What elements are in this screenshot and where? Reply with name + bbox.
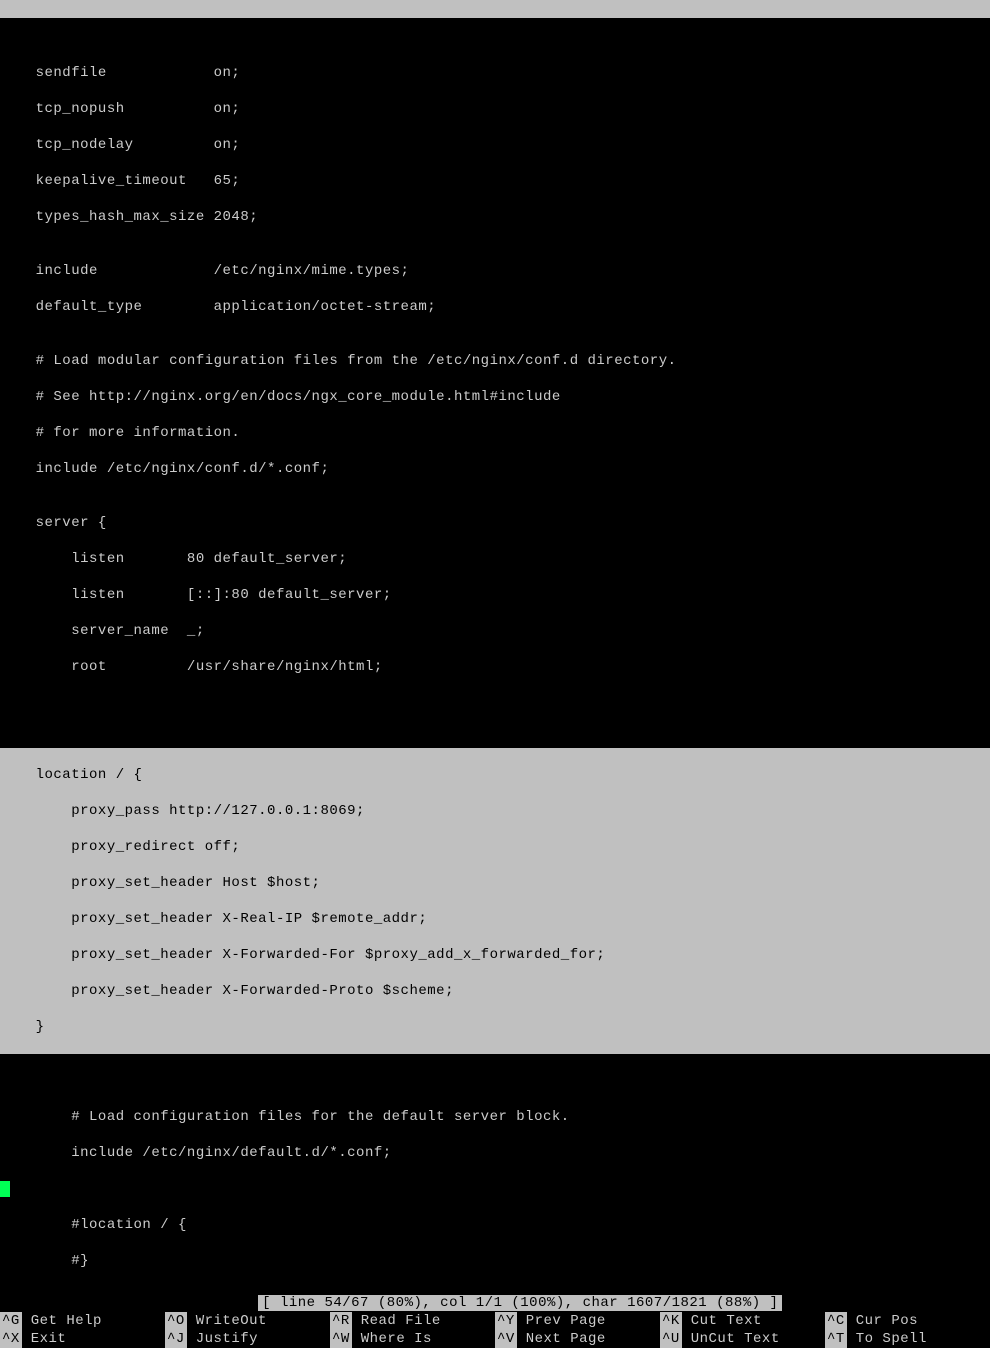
selected-block: location / { proxy_pass http://127.0.0.1… xyxy=(0,748,990,1054)
shortcut-to-spell[interactable]: ^T To Spell xyxy=(825,1330,990,1348)
shortcut-label: WriteOut xyxy=(196,1313,267,1329)
cursor-line xyxy=(0,1180,990,1198)
shortcut-key: ^V xyxy=(495,1330,517,1348)
code-line: tcp_nopush on; xyxy=(0,100,990,118)
code-line: proxy_set_header X-Real-IP $remote_addr; xyxy=(0,910,990,928)
shortcut-label: Cut Text xyxy=(691,1313,762,1329)
code-line: proxy_set_header X-Forwarded-Proto $sche… xyxy=(0,982,990,1000)
code-line: include /etc/nginx/default.d/*.conf; xyxy=(0,1144,990,1162)
code-line: proxy_redirect off; xyxy=(0,838,990,856)
code-line: # Load modular configuration files from … xyxy=(0,352,990,370)
shortcut-label: UnCut Text xyxy=(691,1331,780,1347)
shortcut-key: ^R xyxy=(330,1312,352,1330)
code-line: proxy_set_header X-Forwarded-For $proxy_… xyxy=(0,946,990,964)
shortcut-key: ^T xyxy=(825,1330,847,1348)
shortcut-label: Read File xyxy=(361,1313,441,1329)
shortcut-label: Where Is xyxy=(361,1331,432,1347)
shortcut-label: Next Page xyxy=(526,1331,606,1347)
code-line: location / { xyxy=(0,766,990,784)
shortcut-exit[interactable]: ^X Exit xyxy=(0,1330,165,1348)
status-bar-row: [ line 54/67 (80%), col 1/1 (100%), char… xyxy=(0,1294,990,1312)
code-line: include /etc/nginx/mime.types; xyxy=(0,262,990,280)
shortcut-get-help[interactable]: ^G Get Help xyxy=(0,1312,165,1330)
code-line: # See http://nginx.org/en/docs/ngx_core_… xyxy=(0,388,990,406)
shortcut-key: ^C xyxy=(825,1312,847,1330)
shortcut-label: To Spell xyxy=(856,1331,927,1347)
code-line: tcp_nodelay on; xyxy=(0,136,990,154)
title-bar: GNU nano 2.3.1 File: /etc/nginx/nginx.co… xyxy=(0,0,990,18)
code-line: } xyxy=(0,1018,990,1036)
code-line: server_name _; xyxy=(0,622,990,640)
shortcut-key: ^Y xyxy=(495,1312,517,1330)
shortcut-key: ^W xyxy=(330,1330,352,1348)
code-line: server { xyxy=(0,514,990,532)
shortcut-label: Justify xyxy=(196,1331,258,1347)
code-line: listen [::]:80 default_server; xyxy=(0,586,990,604)
shortcut-bar: ^G Get Help ^O WriteOut ^R Read File ^Y … xyxy=(0,1312,990,1348)
shortcut-uncut-text[interactable]: ^U UnCut Text xyxy=(660,1330,825,1348)
code-line: listen 80 default_server; xyxy=(0,550,990,568)
shortcut-key: ^G xyxy=(0,1312,22,1330)
shortcut-cut-text[interactable]: ^K Cut Text xyxy=(660,1312,825,1330)
cursor xyxy=(0,1181,10,1197)
shortcut-label: Get Help xyxy=(31,1313,102,1329)
code-line: proxy_pass http://127.0.0.1:8069; xyxy=(0,802,990,820)
code-line: types_hash_max_size 2048; xyxy=(0,208,990,226)
shortcut-label: Exit xyxy=(31,1331,67,1347)
shortcut-key: ^J xyxy=(165,1330,187,1348)
shortcut-next-page[interactable]: ^V Next Page xyxy=(495,1330,660,1348)
shortcut-label: Prev Page xyxy=(526,1313,606,1329)
code-line: keepalive_timeout 65; xyxy=(0,172,990,190)
shortcut-key: ^U xyxy=(660,1330,682,1348)
shortcut-read-file[interactable]: ^R Read File xyxy=(330,1312,495,1330)
code-line: #location / { xyxy=(0,1216,990,1234)
editor-area[interactable]: sendfile on; tcp_nopush on; tcp_nodelay … xyxy=(0,18,990,1288)
shortcut-key: ^X xyxy=(0,1330,22,1348)
code-line: include /etc/nginx/conf.d/*.conf; xyxy=(0,460,990,478)
shortcut-writeout[interactable]: ^O WriteOut xyxy=(165,1312,330,1330)
code-line: sendfile on; xyxy=(0,64,990,82)
shortcut-label: Cur Pos xyxy=(856,1313,918,1329)
code-line: # for more information. xyxy=(0,424,990,442)
shortcut-where-is[interactable]: ^W Where Is xyxy=(330,1330,495,1348)
shortcut-prev-page[interactable]: ^Y Prev Page xyxy=(495,1312,660,1330)
code-line: default_type application/octet-stream; xyxy=(0,298,990,316)
shortcut-key: ^K xyxy=(660,1312,682,1330)
code-line: #} xyxy=(0,1252,990,1270)
shortcut-justify[interactable]: ^J Justify xyxy=(165,1330,330,1348)
code-line: proxy_set_header Host $host; xyxy=(0,874,990,892)
shortcut-key: ^O xyxy=(165,1312,187,1330)
code-line: root /usr/share/nginx/html; xyxy=(0,658,990,676)
shortcut-cur-pos[interactable]: ^C Cur Pos xyxy=(825,1312,990,1330)
status-bar: [ line 54/67 (80%), col 1/1 (100%), char… xyxy=(258,1295,782,1311)
code-line: # Load configuration files for the defau… xyxy=(0,1108,990,1126)
